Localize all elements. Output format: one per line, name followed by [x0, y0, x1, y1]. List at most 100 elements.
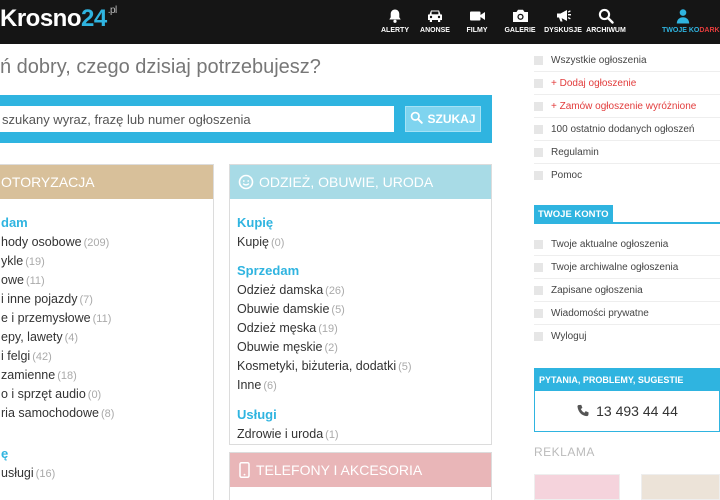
search-button-label: SZUKAJ	[427, 112, 476, 126]
category-motoryzacja-header[interactable]: OTORYZACJA	[0, 165, 213, 199]
camera-icon	[512, 7, 529, 24]
sidebar-link-archived-ads[interactable]: Twoje archiwalne ogłoszenia	[534, 256, 720, 278]
section-kupie[interactable]: ę	[1, 446, 206, 461]
item-count: (19)	[318, 323, 338, 335]
sidebar-link-latest[interactable]: 100 ostatnio dodanych ogłoszeń	[534, 118, 720, 140]
sidebar-link-label: Regulamin	[551, 146, 599, 158]
list-item[interactable]: i inne pojazdy (7)	[1, 292, 206, 311]
list-item[interactable]: e i przemysłowe (11)	[1, 311, 206, 330]
section-sprzedam[interactable]: dam	[1, 215, 206, 230]
list-item[interactable]: i felgi (42)	[1, 349, 206, 368]
list-item[interactable]: Inne (6)	[237, 378, 484, 397]
nav-galerie-label: GALERIE	[504, 27, 536, 34]
list-item[interactable]: Obuwie męskie (2)	[237, 340, 484, 359]
sidebar-link-featured[interactable]: + Zamów ogłoszenie wyróżnione	[534, 95, 720, 117]
sidebar-link-label: + Dodaj ogłoszenie	[551, 77, 637, 89]
item-count: (7)	[79, 294, 93, 306]
search-bar: SZUKAJ	[0, 95, 492, 143]
list-item[interactable]: Kosmetyki, biżuteria, dodatki (5)	[237, 359, 484, 378]
sidebar-link-regulamin[interactable]: Regulamin	[534, 141, 720, 163]
category-odziez-header[interactable]: ODZIEŻ, OBUWIE, URODA	[230, 165, 491, 199]
sidebar-link-label: Twoje archiwalne ogłoszenia	[551, 261, 679, 273]
phone-number: 13 493 44 44	[596, 403, 678, 419]
sidebar-link-pomoc[interactable]: Pomoc	[534, 164, 720, 186]
category-odziez-list: Kupię Kupię (0) Sprzedam Odzież damska (26…	[230, 199, 491, 444]
item-name: zamienne	[1, 368, 56, 382]
advert-image[interactable]	[641, 474, 720, 500]
nav-alerty[interactable]: ALERTY	[380, 0, 410, 44]
item-name: owe	[1, 273, 24, 287]
sidebar-link-all[interactable]: Wszystkie ogłoszenia	[534, 49, 720, 71]
sidebar-link-logout[interactable]: Wyloguj	[534, 325, 720, 347]
list-item[interactable]: Odzież męska (19)	[237, 321, 484, 340]
sidebar-link-messages[interactable]: Wiadomości prywatne	[534, 302, 720, 324]
item-name: ykle	[1, 254, 24, 268]
item-name: usługi	[1, 466, 34, 480]
list-item[interactable]: Odzież damska (26)	[237, 283, 484, 302]
nav-filmy-label: FILMY	[466, 27, 488, 34]
site-logo[interactable]: Krosno24.pl	[0, 5, 117, 33]
search-input[interactable]	[0, 106, 394, 132]
list-item[interactable]: ria samochodowe (8)	[1, 406, 206, 425]
item-name: epy, lawety	[1, 330, 63, 344]
item-name: i inne pojazdy	[1, 292, 78, 306]
item-name: Odzież męska	[237, 321, 317, 335]
category-motoryzacja-list: dam hody osobowe (209) ykle (19) owe (11) i…	[0, 199, 213, 485]
logo-tld: .pl	[107, 5, 118, 16]
user-icon	[675, 7, 691, 24]
item-count: (11)	[25, 275, 45, 287]
section-kupie[interactable]: Kupię	[237, 215, 484, 230]
bullet-square-icon	[534, 262, 543, 272]
nav-alerty-label: ALERTY	[381, 27, 409, 34]
section-sprzedam[interactable]: Sprzedam	[237, 263, 484, 278]
list-item[interactable]: owe (11)	[1, 273, 206, 292]
list-item[interactable]: epy, lawety (4)	[1, 330, 206, 349]
sidebar-link-label: Pomoc	[551, 169, 583, 181]
logo-number: 24	[81, 5, 107, 32]
sidebar-link-add[interactable]: + Dodaj ogłoszenie	[534, 72, 720, 94]
category-odziez-title: ODZIEŻ, OBUWIE, URODA	[259, 174, 434, 190]
nav-dyskusje-label: DYSKUSJE	[544, 27, 582, 34]
category-odziez: ODZIEŻ, OBUWIE, URODA Kupię Kupię (0) Spr…	[229, 164, 492, 445]
item-count: (5)	[331, 304, 345, 316]
search-button[interactable]: SZUKAJ	[405, 106, 481, 132]
item-count: (18)	[57, 370, 77, 382]
search-icon	[598, 7, 614, 24]
sidebar-link-saved[interactable]: Zapisane ogłoszenia	[534, 279, 720, 301]
megaphone-icon	[555, 7, 572, 24]
list-item[interactable]: Zdrowie i uroda (1)	[237, 427, 484, 444]
nav-galerie[interactable]: GALERIE	[502, 0, 538, 44]
bullet-square-icon	[534, 78, 543, 88]
sidebar-link-current-ads[interactable]: Twoje aktualne ogłoszenia	[534, 233, 720, 255]
list-item[interactable]: o i sprzęt audio (0)	[1, 387, 206, 406]
item-name: Kupię	[237, 235, 269, 249]
nav-anonse[interactable]: ANONSE	[418, 0, 452, 44]
help-phone[interactable]: 13 493 44 44	[535, 391, 719, 431]
item-count: (16)	[35, 468, 56, 480]
list-item[interactable]: zamienne (18)	[1, 368, 206, 387]
list-item[interactable]: Obuwie damskie (5)	[237, 302, 484, 321]
list-item[interactable]: usługi (16)	[1, 466, 206, 485]
nav-archiwum-label: ARCHIWUM	[586, 27, 626, 34]
category-telefony-header[interactable]: TELEFONY I AKCESORIA	[230, 453, 491, 487]
bullet-square-icon	[534, 308, 543, 318]
item-name: o i sprzęt audio	[1, 387, 86, 401]
list-item[interactable]: hody osobowe (209)	[1, 235, 206, 254]
nav-archiwum[interactable]: ARCHIWUM	[584, 0, 628, 44]
list-item[interactable]: ykle (19)	[1, 254, 206, 273]
car-icon	[426, 7, 444, 24]
nav-dyskusje[interactable]: DYSKUSJE	[543, 0, 583, 44]
logo-text: Krosno	[0, 5, 82, 32]
phone-mobile-icon	[239, 462, 250, 478]
bullet-square-icon	[534, 239, 543, 249]
category-telefony: TELEFONY I AKCESORIA	[229, 452, 492, 500]
phone-icon	[576, 404, 590, 418]
top-navigation-bar: Krosno24.pl ALERTY ANONSE FILMY GALERIE …	[0, 0, 720, 44]
section-uslugi[interactable]: Usługi	[237, 407, 484, 422]
nav-account[interactable]: TWOJE KODARK	[662, 0, 720, 44]
account-label-red: DARK	[699, 27, 720, 34]
list-item[interactable]: Kupię (0)	[237, 235, 484, 254]
nav-filmy[interactable]: FILMY	[462, 0, 492, 44]
advert-image[interactable]	[534, 474, 620, 500]
nav-account-label: TWOJE KODARK	[662, 27, 720, 34]
